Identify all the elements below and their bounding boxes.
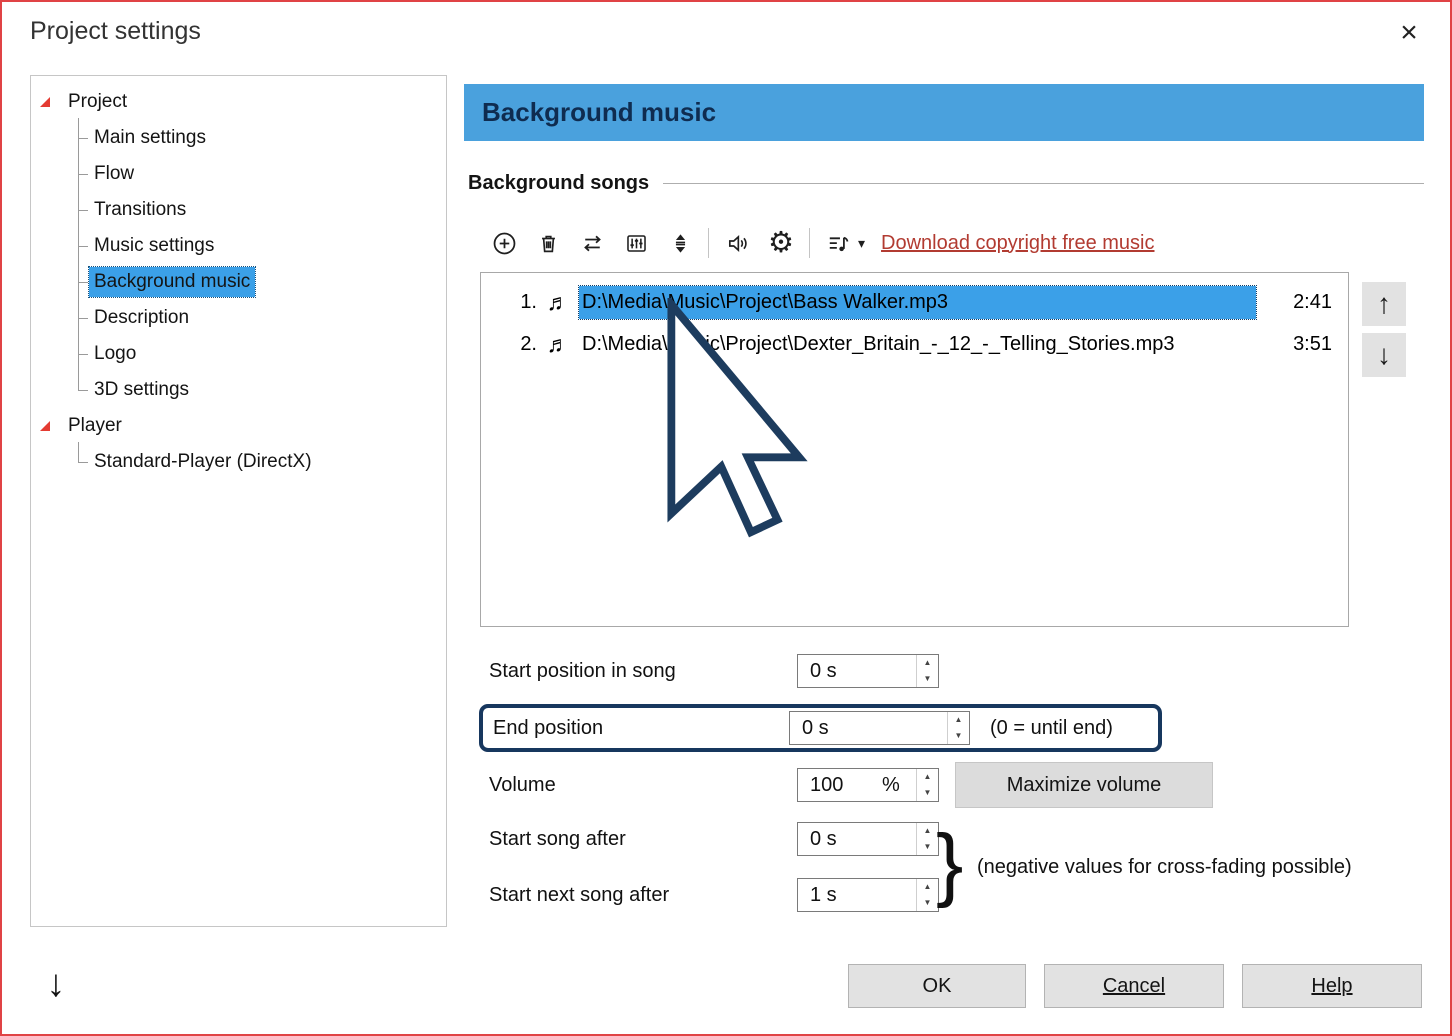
spin-down-button[interactable]: ▼ — [917, 895, 938, 911]
song-index: 2. — [501, 333, 537, 356]
move-song-down-button[interactable]: ↓ — [1362, 333, 1406, 377]
speaker-icon — [724, 230, 751, 257]
equalizer-icon — [623, 230, 650, 257]
tree-item-player[interactable]: Player — [31, 408, 446, 444]
add-song-button[interactable] — [482, 222, 526, 264]
song-row-1[interactable]: 1. ♬ D:\Media\Music\Project\Bass Walker.… — [481, 281, 1348, 323]
volume-button[interactable] — [715, 222, 759, 264]
end-position-hint: (0 = until end) — [990, 717, 1113, 740]
section-title: Background songs — [468, 172, 649, 195]
title-bar: Project settings × — [2, 2, 1450, 64]
download-music-link[interactable]: Download copyright free music — [881, 232, 1154, 255]
page-title: Background music — [464, 84, 1424, 141]
playlist-icon — [825, 230, 852, 257]
song-list[interactable]: 1. ♬ D:\Media\Music\Project\Bass Walker.… — [480, 272, 1349, 627]
tree-item-flow[interactable]: Flow — [31, 156, 446, 192]
help-button[interactable]: Help — [1242, 964, 1422, 1008]
footer-down-arrow-button[interactable]: ↓ — [30, 958, 82, 1010]
caret-down-icon[interactable]: ▾ — [858, 235, 865, 252]
start-position-row: Start position in song 0 s ▲ ▼ — [489, 654, 939, 688]
tree-item-3d-settings[interactable]: 3D settings — [31, 372, 446, 408]
swap-arrows-icon — [579, 230, 606, 257]
spin-up-button[interactable]: ▲ — [917, 879, 938, 895]
start-song-after-label: Start song after — [489, 828, 797, 851]
song-path: D:\Media\Music\Project\Bass Walker.mp3 — [579, 286, 1256, 319]
settings-button[interactable]: ⚙ — [759, 222, 803, 264]
cancel-button[interactable]: Cancel — [1044, 964, 1224, 1008]
tree-item-description[interactable]: Description — [31, 300, 446, 336]
start-next-song-after-row: Start next song after 1 s ▲ ▼ — [489, 878, 939, 912]
ok-button[interactable]: OK — [848, 964, 1026, 1008]
volume-row: Volume 100 % ▲ ▼ Maximize volume — [489, 762, 1213, 808]
tree-item-music-settings[interactable]: Music settings — [31, 228, 446, 264]
song-row-2[interactable]: 2. ♬ D:\Media\Music\Project\Dexter_Brita… — [481, 323, 1348, 365]
background-songs-section: Background songs — [468, 170, 1424, 196]
expand-marker-icon[interactable] — [40, 421, 50, 431]
song-duration: 3:51 — [1256, 333, 1348, 356]
song-index: 1. — [501, 291, 537, 314]
up-arrow-icon: ↑ — [1377, 288, 1391, 320]
down-arrow-icon: ↓ — [47, 963, 66, 1005]
volume-label: Volume — [489, 774, 797, 797]
settings-tree: Project Main settings Flow Transitions M… — [30, 75, 447, 927]
start-next-song-after-label: Start next song after — [489, 884, 797, 907]
song-path: D:\Media\Music\Project\Dexter_Britain_-_… — [579, 328, 1256, 361]
curly-brace: } — [936, 812, 963, 916]
start-next-song-after-spinner[interactable]: 1 s ▲ ▼ — [797, 878, 939, 912]
toolbar-separator — [708, 228, 709, 258]
down-arrow-icon: ↓ — [1377, 339, 1391, 371]
crossfade-hint: (negative values for cross-fading possib… — [977, 856, 1352, 879]
tree-item-main-settings[interactable]: Main settings — [31, 120, 446, 156]
close-icon: × — [1400, 16, 1418, 49]
music-note-icon: ♬ — [537, 331, 579, 358]
tree-item-background-music[interactable]: Background music — [31, 264, 446, 300]
toolbar-separator — [809, 228, 810, 258]
playlist-button[interactable] — [816, 222, 860, 264]
reorder-controls: ↑ ↓ — [1362, 282, 1406, 384]
plus-circle-icon — [491, 230, 518, 257]
tree-item-project[interactable]: Project — [31, 84, 446, 120]
equalizer-button[interactable] — [614, 222, 658, 264]
section-divider — [663, 183, 1424, 184]
end-position-spinner[interactable]: 0 s ▲ ▼ — [789, 711, 970, 745]
tree-item-standard-player[interactable]: Standard-Player (DirectX) — [31, 444, 446, 480]
spin-up-button[interactable]: ▲ — [948, 712, 969, 728]
spin-up-button[interactable]: ▲ — [917, 823, 938, 839]
song-settings-form: Start position in song 0 s ▲ ▼ End posit… — [480, 650, 1426, 940]
fit-duration-button[interactable] — [658, 222, 702, 264]
volume-spinner[interactable]: 100 % ▲ ▼ — [797, 768, 939, 802]
volume-unit: % — [882, 769, 916, 801]
maximize-volume-button[interactable]: Maximize volume — [955, 762, 1213, 808]
spin-down-button[interactable]: ▼ — [948, 728, 969, 744]
spin-down-button[interactable]: ▼ — [917, 671, 938, 687]
end-position-label: End position — [483, 717, 789, 740]
start-position-label: Start position in song — [489, 660, 797, 683]
tree-item-logo[interactable]: Logo — [31, 336, 446, 372]
spin-up-button[interactable]: ▲ — [917, 769, 938, 785]
spin-down-button[interactable]: ▼ — [917, 839, 938, 855]
start-song-after-spinner[interactable]: 0 s ▲ ▼ — [797, 822, 939, 856]
music-note-icon: ♬ — [537, 289, 579, 316]
window-title: Project settings — [30, 17, 201, 46]
songs-toolbar: ⚙ ▾ Download copyright free music — [482, 221, 1155, 265]
spin-up-button[interactable]: ▲ — [917, 655, 938, 671]
expand-vertical-icon — [667, 230, 694, 257]
gear-icon: ⚙ — [768, 229, 794, 258]
end-position-highlight: End position 0 s ▲ ▼ (0 = until end) — [479, 704, 1162, 752]
spin-down-button[interactable]: ▼ — [917, 785, 938, 801]
song-duration: 2:41 — [1256, 291, 1348, 314]
project-settings-dialog: Project settings × Project Main settings… — [0, 0, 1452, 1036]
expand-marker-icon[interactable] — [40, 97, 50, 107]
swap-songs-button[interactable] — [570, 222, 614, 264]
trash-icon — [535, 230, 562, 257]
start-position-spinner[interactable]: 0 s ▲ ▼ — [797, 654, 939, 688]
tree-item-transitions[interactable]: Transitions — [31, 192, 446, 228]
close-button[interactable]: × — [1386, 10, 1432, 56]
start-song-after-row: Start song after 0 s ▲ ▼ — [489, 822, 939, 856]
move-song-up-button[interactable]: ↑ — [1362, 282, 1406, 326]
delete-song-button[interactable] — [526, 222, 570, 264]
